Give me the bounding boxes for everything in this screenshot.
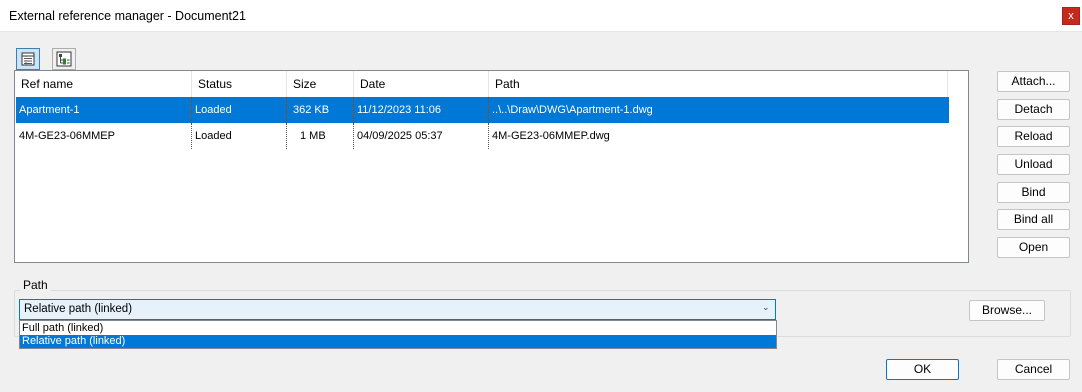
column-divider: [286, 97, 287, 123]
cell-path: 4M-GE23-06MMEP.dwg: [492, 130, 610, 142]
attach-button[interactable]: Attach...: [997, 71, 1070, 92]
cell-size: 362 KB: [293, 104, 330, 116]
column-header-date[interactable]: Date: [354, 71, 489, 97]
ok-button[interactable]: OK: [886, 359, 959, 380]
cell-ref-name: 4M-GE23-06MMEP: [19, 130, 115, 142]
detach-button[interactable]: Detach: [997, 99, 1070, 120]
cell-date: 04/09/2025 05:37: [357, 130, 443, 142]
path-type-value: Relative path (linked): [24, 303, 133, 315]
cell-date: 11/12/2023 11:06: [357, 104, 442, 116]
path-group-label: Path: [20, 278, 51, 292]
cell-ref-name: Apartment-1: [19, 104, 80, 116]
column-divider: [286, 123, 287, 149]
unload-button[interactable]: Unload: [997, 154, 1070, 175]
column-header-path[interactable]: Path: [489, 71, 948, 97]
tree-view-icon: [56, 51, 72, 67]
bind-all-button[interactable]: Bind all: [997, 209, 1070, 230]
column-header-status[interactable]: Status: [192, 71, 287, 97]
reload-button[interactable]: Reload: [997, 126, 1070, 147]
tree-view-button[interactable]: [52, 48, 76, 70]
column-header-size[interactable]: Size: [287, 71, 354, 97]
column-header-ref-name[interactable]: Ref name: [15, 71, 192, 97]
cancel-button[interactable]: Cancel: [997, 359, 1070, 380]
window-title: External reference manager - Document21: [9, 9, 246, 23]
chevron-down-icon[interactable]: ⌄: [762, 302, 770, 313]
list-view-button[interactable]: [16, 48, 40, 70]
option-relative-path[interactable]: Relative path (linked): [20, 335, 776, 348]
list-view-icon: [21, 52, 35, 66]
column-divider: [191, 123, 192, 149]
xref-list[interactable]: Ref name Status Size Date Path Apartment…: [14, 70, 969, 263]
cell-status: Loaded: [195, 130, 232, 142]
bind-button[interactable]: Bind: [997, 182, 1070, 203]
table-row[interactable]: 4M-GE23-06MMEP Loaded 1 MB 04/09/2025 05…: [16, 123, 949, 149]
title-bar: External reference manager - Document21 …: [0, 0, 1082, 32]
close-button[interactable]: x: [1062, 7, 1080, 25]
option-full-path[interactable]: Full path (linked): [20, 322, 776, 335]
path-type-dropdown[interactable]: Full path (linked) Relative path (linked…: [19, 320, 777, 349]
table-row[interactable]: Apartment-1 Loaded 362 KB 11/12/2023 11:…: [16, 97, 949, 123]
browse-button[interactable]: Browse...: [969, 300, 1045, 321]
column-divider: [488, 123, 489, 149]
cell-size: 1 MB: [300, 130, 326, 142]
cell-status: Loaded: [195, 104, 232, 116]
cell-path: ..\..\Draw\DWG\Apartment-1.dwg: [492, 104, 653, 116]
column-divider: [353, 123, 354, 149]
open-button[interactable]: Open: [997, 237, 1070, 258]
path-type-select[interactable]: Relative path (linked) ⌄: [19, 299, 776, 320]
column-divider: [191, 97, 192, 123]
column-divider: [488, 97, 489, 123]
column-divider: [353, 97, 354, 123]
